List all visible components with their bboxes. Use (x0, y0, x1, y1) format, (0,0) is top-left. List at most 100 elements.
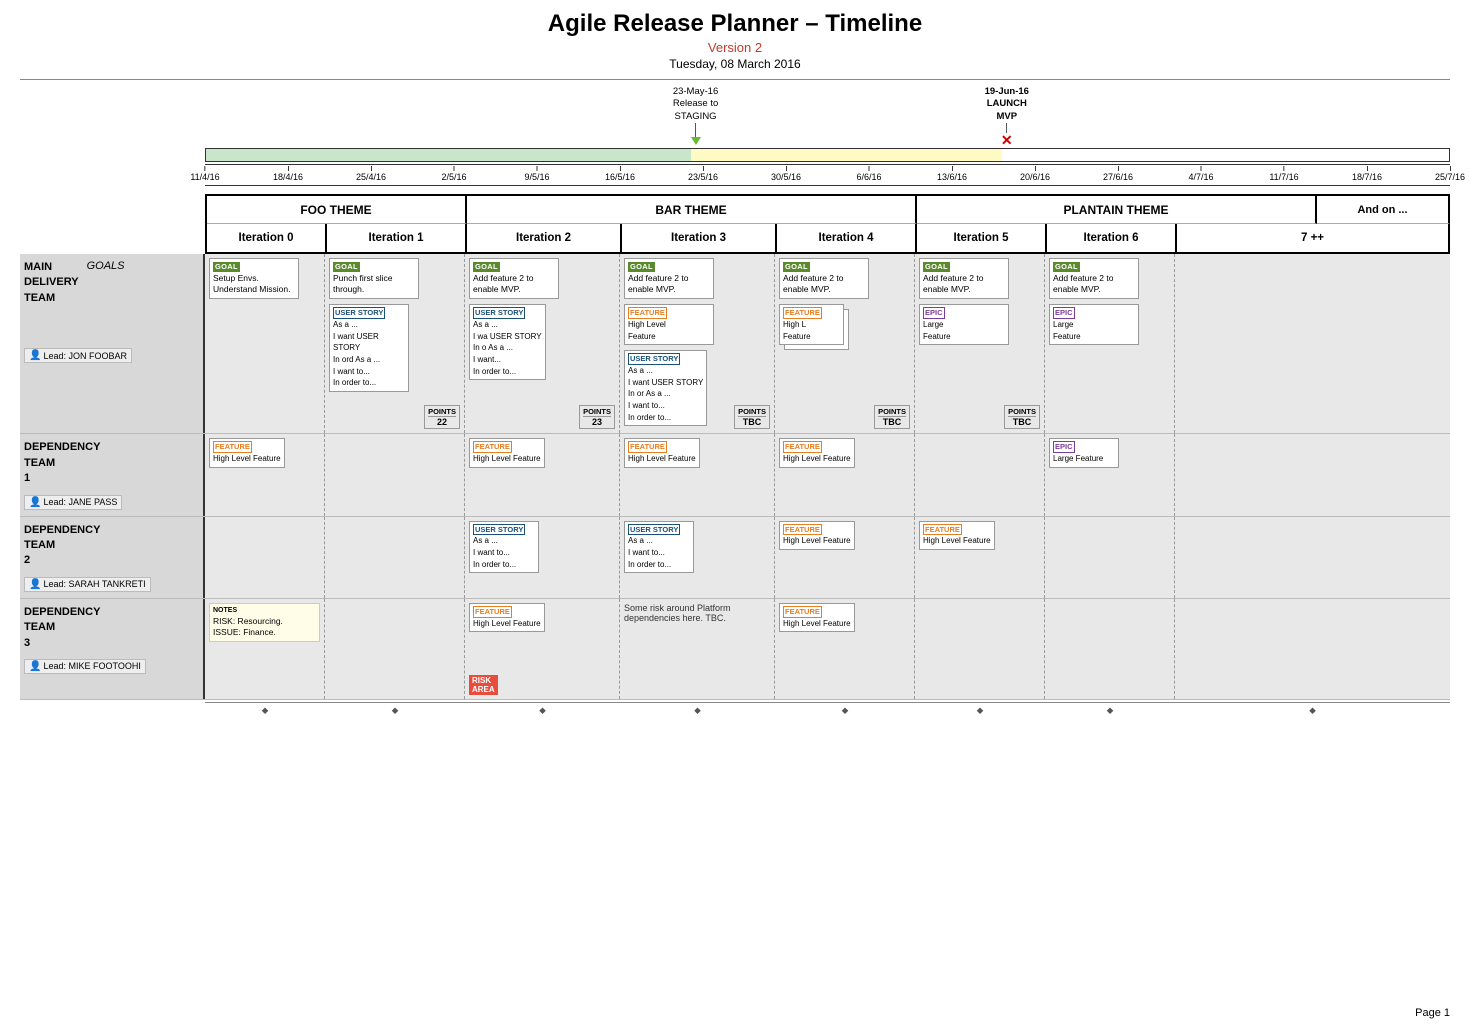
theme-plantain: PLANTAIN THEME (917, 196, 1317, 224)
milestone-launch: 19-Jun-16LAUNCHMVP ✕ (972, 86, 1042, 147)
iteration-6: Iteration 6 (1047, 224, 1177, 252)
feature-dep1-0: FEATURE High Level Feature (209, 438, 285, 467)
dep1-iter6: EPIC Large Feature (1045, 434, 1175, 515)
milestones-area: 23-May-16Release toSTAGING 19-Jun-16LAUN… (205, 86, 1450, 146)
feature-dep1-4: FEATURE High Level Feature (779, 438, 855, 467)
dep1-iter7 (1175, 434, 1450, 515)
main-iter4: GOAL Add feature 2 to enable MVP. FEATUR… (775, 254, 915, 433)
top-divider (20, 79, 1450, 80)
goal-card-main-5: GOAL Add feature 2 to enable MVP. (919, 258, 1009, 299)
theme-foo: FOO THEME (207, 196, 467, 224)
iteration-1: Iteration 1 (327, 224, 467, 252)
main-iter6: GOAL Add feature 2 to enable MVP. EPIC L… (1045, 254, 1175, 433)
epic-card-main-6: EPIC LargeFeature (1049, 304, 1139, 345)
bottom-tick-row: ◆ ◆ ◆ ◆ ◆ ◆ ◆ ◆ (205, 702, 1450, 716)
risk-badge-dep3: RISKAREA (469, 675, 498, 695)
goal-card-main-6: GOAL Add feature 2 to enable MVP. (1049, 258, 1139, 299)
dep3-iter6 (1045, 599, 1175, 699)
main-iter3: GOAL Add feature 2 to enable MVP. FEATUR… (620, 254, 775, 433)
goal-card-main-1: GOAL Punch first slice through. (329, 258, 419, 299)
risk-text-dep3: Some risk around Platform dependencies h… (624, 603, 770, 623)
main-iter7 (1175, 254, 1450, 433)
date-tick-2: 25/4/16 (356, 166, 386, 182)
date-tick-3: 2/5/16 (441, 166, 466, 182)
dep1-iter0: FEATURE High Level Feature (205, 434, 325, 515)
date-tick-9: 13/6/16 (937, 166, 967, 182)
feature-dep1-2: FEATURE High Level Feature (469, 438, 545, 467)
feature-dep3-2: FEATURE High Level Feature (469, 603, 545, 632)
dep3-iter5 (915, 599, 1045, 699)
points-main-5: POINTS TBC (1004, 405, 1040, 429)
main-iter5: GOAL Add feature 2 to enable MVP. EPIC L… (915, 254, 1045, 433)
dep3-iter3: Some risk around Platform dependencies h… (620, 599, 775, 699)
date-ruler: 11/4/1618/4/1625/4/162/5/169/5/1616/5/16… (205, 164, 1450, 186)
feature-card-main-3: FEATURE High LevelFeature (624, 304, 770, 345)
feature-dep3-4: FEATURE High Level Feature (779, 603, 855, 632)
team-main-delivery: MAINDELIVERYTEAM GOALS 👤 Lead: JON FOOBA… (20, 254, 205, 433)
dep3-iter1 (325, 599, 465, 699)
us-stack-front-2: USER STORY As a ...I wa USER STORYIn o A… (469, 304, 546, 380)
points-main-4: POINTS TBC (874, 405, 910, 429)
notes-dep3: NOTES RISK: Resourcing.ISSUE: Finance. (209, 603, 320, 643)
version-label: Version 2 (20, 40, 1450, 55)
main-iter0: GOAL Setup Envs. Understand Mission. (205, 254, 325, 433)
team-dep3: DEPENDENCYTEAM3 👤 Lead: MIKE FOOTOOHI (20, 599, 205, 699)
dep1-iter4: FEATURE High Level Feature (775, 434, 915, 515)
date-tick-7: 30/5/16 (771, 166, 801, 182)
points-main-1: POINTS 22 (424, 405, 460, 429)
lead-sarah: 👤 Lead: SARAH TANKRETI (24, 577, 151, 592)
dep2-iter4: FEATURE High Level Feature (775, 517, 915, 598)
dep1-iter1 (325, 434, 465, 515)
points-main-2: POINTS 23 (579, 405, 615, 429)
date-tick-1: 18/4/16 (273, 166, 303, 182)
goal-card-main-0: GOAL Setup Envs. Understand Mission. (209, 258, 299, 299)
page-number: Page 1 (1415, 1007, 1450, 1019)
date-tick-4: 9/5/16 (524, 166, 549, 182)
main-iter2: GOAL Add feature 2 to enable MVP. USER S… (465, 254, 620, 433)
dep3-iter2: FEATURE High Level Feature RISKAREA (465, 599, 620, 699)
dep2-iter7 (1175, 517, 1450, 598)
iteration-7: 7 ++ (1177, 224, 1450, 252)
dep2-iter0 (205, 517, 325, 598)
dep1-iter2: FEATURE High Level Feature (465, 434, 620, 515)
dep3-iter4: FEATURE High Level Feature (775, 599, 915, 699)
epic-dep1-6: EPIC Large Feature (1049, 438, 1119, 467)
feature-front-4: FEATURE High LFeature (779, 304, 844, 345)
feature-dep2-5: FEATURE High Level Feature (919, 521, 995, 550)
dep2-iter6 (1045, 517, 1175, 598)
date-tick-0: 11/4/16 (190, 166, 219, 182)
dep3-iter7 (1175, 599, 1450, 699)
lead-mike: 👤 Lead: MIKE FOOTOOHI (24, 659, 146, 674)
date-tick-10: 20/6/16 (1020, 166, 1050, 182)
us-dep2-2: USER STORY As a ...I want to...In order … (469, 521, 539, 574)
iteration-5: Iteration 5 (917, 224, 1047, 252)
theme-andon: And on ... (1317, 196, 1450, 224)
theme-bar: BAR THEME (467, 196, 917, 224)
goal-card-main-2: GOAL Add feature 2 to enable MVP. (469, 258, 559, 299)
date-tick-11: 27/6/16 (1103, 166, 1133, 182)
iteration-4: Iteration 4 (777, 224, 917, 252)
feature-dep1-3: FEATURE High Level Feature (624, 438, 700, 467)
date-tick-15: 25/7/16 (1435, 166, 1465, 182)
goal-card-main-3: GOAL Add feature 2 to enable MVP. (624, 258, 714, 299)
team-dep2: DEPENDENCYTEAM2 👤 Lead: SARAH TANKRETI (20, 517, 205, 598)
page-title: Agile Release Planner – Timeline (20, 10, 1450, 38)
date-label: Tuesday, 08 March 2016 (20, 57, 1450, 71)
date-tick-6: 23/5/16 (688, 166, 718, 182)
main-iter1: GOAL Punch first slice through. USER STO… (325, 254, 465, 433)
points-main-3: POINTS TBC (734, 405, 770, 429)
date-tick-14: 18/7/16 (1352, 166, 1382, 182)
feature-dep2-4: FEATURE High Level Feature (779, 521, 855, 550)
us-stack-front-1: USER STORY As a ...I want USER STORYIn o… (329, 304, 409, 392)
page: Agile Release Planner – Timeline Version… (0, 0, 1470, 1029)
date-tick-8: 6/6/16 (856, 166, 881, 182)
epic-card-main-5: EPIC LargeFeature (919, 304, 1009, 345)
lead-jon: 👤 Lead: JON FOOBAR (24, 348, 132, 363)
goal-card-main-4: GOAL Add feature 2 to enable MVP. (779, 258, 869, 299)
dep1-iter3: FEATURE High Level Feature (620, 434, 775, 515)
dep2-iter3: USER STORY As a ...I want to...In order … (620, 517, 775, 598)
date-tick-5: 16/5/16 (605, 166, 635, 182)
date-tick-12: 4/7/16 (1188, 166, 1213, 182)
lead-jane: 👤 Lead: JANE PASS (24, 495, 122, 510)
team-dep1: DEPENDENCYTEAM1 👤 Lead: JANE PASS (20, 434, 205, 515)
